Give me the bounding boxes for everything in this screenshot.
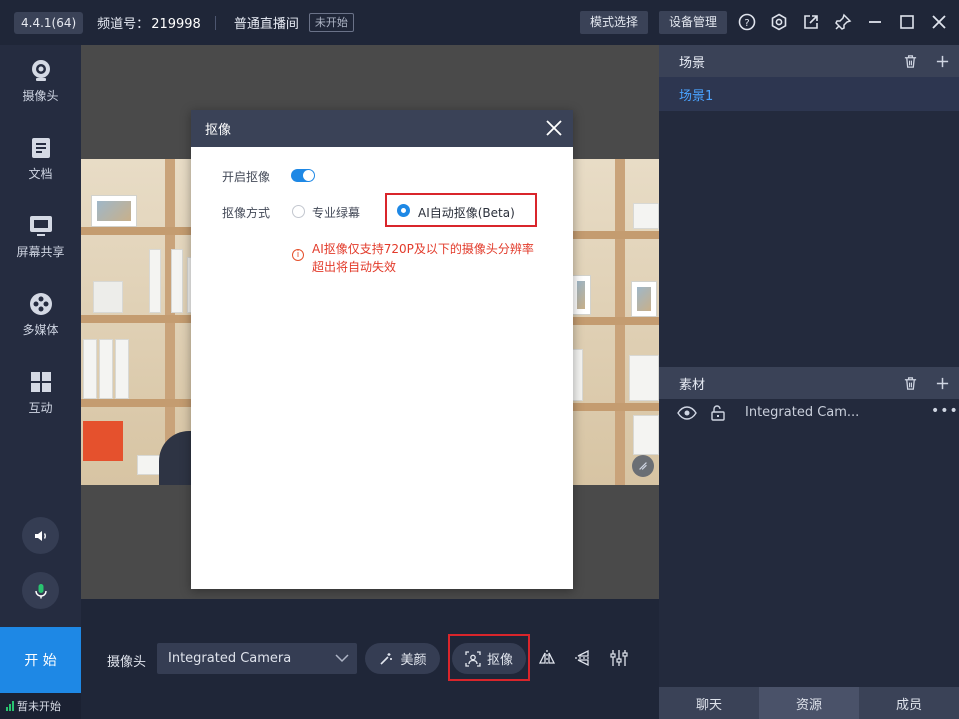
nav-item-document[interactable]: 文档: [0, 123, 81, 193]
scenes-header: 场景: [659, 45, 959, 77]
speaker-icon: [34, 530, 46, 541]
left-nav: 摄像头 文档 屏幕共享 多媒体 互动 开 始 暂未开始: [0, 45, 81, 719]
green-screen-option-label[interactable]: 专业绿幕: [312, 204, 360, 221]
bottom-toolbar: 摄像头 Integrated Camera 美颜 抠像: [81, 599, 659, 719]
microphone-button[interactable]: [22, 572, 59, 609]
info-icon: i: [292, 249, 304, 261]
scenes-title: 场景: [679, 55, 706, 71]
camera-label: 摄像头: [107, 655, 147, 670]
status-badge: 未开始: [308, 13, 354, 32]
rotate-icon[interactable]: [632, 455, 654, 477]
tab-chat[interactable]: 聊天: [659, 687, 759, 719]
trash-icon[interactable]: [901, 374, 919, 392]
pin-icon[interactable]: [832, 11, 854, 33]
start-button[interactable]: 开 始: [0, 627, 81, 693]
flip-vertical-icon[interactable]: [572, 647, 594, 669]
nav-label: 文档: [28, 167, 53, 181]
microphone-icon: [34, 583, 47, 598]
sources-title: 素材: [679, 377, 706, 393]
warning-line-2: 超出将自动失效: [312, 260, 397, 274]
help-icon[interactable]: ?: [736, 11, 758, 33]
trash-icon[interactable]: [901, 52, 919, 70]
right-panel: 场景 场景1 素材 Integrated Cam... ••• 聊天 资源 成员: [659, 45, 959, 719]
camera-select-value: Integrated Camera: [168, 651, 292, 666]
highlight-box: [448, 634, 530, 681]
source-item[interactable]: Integrated Cam... •••: [659, 399, 959, 429]
channel-label: 频道号：: [97, 17, 150, 32]
channel-number: 219998: [151, 17, 201, 32]
beauty-label: 美颜: [400, 653, 427, 668]
nav-label: 多媒体: [22, 323, 59, 337]
add-icon[interactable]: [933, 52, 951, 70]
more-icon[interactable]: •••: [931, 403, 959, 419]
bottom-tabs: 聊天 资源 成员: [659, 687, 959, 719]
eye-icon[interactable]: [677, 405, 697, 425]
dialog-title: 抠像: [205, 123, 232, 138]
speaker-button[interactable]: [22, 517, 59, 554]
add-icon[interactable]: [933, 374, 951, 392]
nav-label: 互动: [28, 401, 53, 415]
enable-matting-label: 开启抠像: [222, 170, 271, 184]
magic-wand-icon: [380, 652, 393, 665]
nav-item-multimedia[interactable]: 多媒体: [0, 279, 81, 349]
device-manage-button[interactable]: 设备管理: [659, 11, 728, 34]
camera-select[interactable]: Integrated Camera: [157, 643, 357, 674]
camera-icon: [31, 60, 50, 81]
grid-icon: [30, 372, 51, 392]
highlight-box: [385, 193, 537, 227]
signal-icon: [6, 701, 14, 711]
chevron-down-icon: [335, 654, 349, 663]
matting-mode-label: 抠像方式: [222, 206, 271, 220]
radio-green-screen[interactable]: [292, 205, 305, 218]
external-link-icon[interactable]: [800, 11, 822, 33]
nav-label: 摄像头: [22, 89, 59, 103]
nav-label: 屏幕共享: [16, 245, 65, 259]
divider: [214, 15, 216, 30]
sources-header: 素材: [659, 367, 959, 399]
warning-text: AI抠像仅支持720P及以下的摄像头分辨率 超出将自动失效: [312, 240, 572, 276]
dialog-header: 抠像: [191, 110, 573, 147]
close-icon[interactable]: [928, 11, 950, 33]
mode-select-button[interactable]: 模式选择: [580, 11, 649, 34]
channel-info: 频道号： 219998: [97, 13, 201, 32]
tab-members[interactable]: 成员: [859, 687, 959, 719]
warning-line-1: AI抠像仅支持720P及以下的摄像头分辨率: [312, 242, 534, 256]
tab-resources[interactable]: 资源: [759, 687, 859, 719]
maximize-icon[interactable]: [896, 11, 918, 33]
source-name: Integrated Cam...: [745, 405, 860, 420]
top-bar: 4.4.1(64) 频道号： 219998 普通直播间 未开始 模式选择 设备管理…: [0, 0, 959, 45]
settings-icon[interactable]: [768, 11, 790, 33]
dialog-close-icon[interactable]: [543, 117, 565, 139]
screen-share-icon: [29, 216, 52, 236]
film-reel-icon: [29, 293, 52, 315]
svg-text:?: ?: [744, 18, 749, 29]
version-badge: 4.4.1(64): [14, 11, 84, 34]
flip-horizontal-icon[interactable]: [536, 647, 558, 669]
room-type: 普通直播间: [233, 17, 299, 32]
unlock-icon[interactable]: [709, 404, 727, 426]
matting-dialog: 抠像 开启抠像 抠像方式 专业绿幕 AI自动抠像(Beta) i AI抠像仅支持…: [191, 110, 573, 589]
minimize-icon[interactable]: [864, 11, 886, 33]
adjust-sliders-icon[interactable]: [608, 647, 630, 669]
network-status: 暂未开始: [0, 693, 81, 719]
nav-item-camera[interactable]: 摄像头: [0, 45, 81, 115]
nav-item-interact[interactable]: 互动: [0, 357, 81, 427]
beauty-button[interactable]: 美颜: [365, 643, 440, 674]
scene-item[interactable]: 场景1: [659, 77, 959, 111]
document-icon: [31, 138, 50, 158]
nav-item-screen-share[interactable]: 屏幕共享: [0, 201, 81, 271]
network-status-text: 暂未开始: [17, 700, 61, 713]
enable-matting-toggle[interactable]: [291, 169, 315, 182]
